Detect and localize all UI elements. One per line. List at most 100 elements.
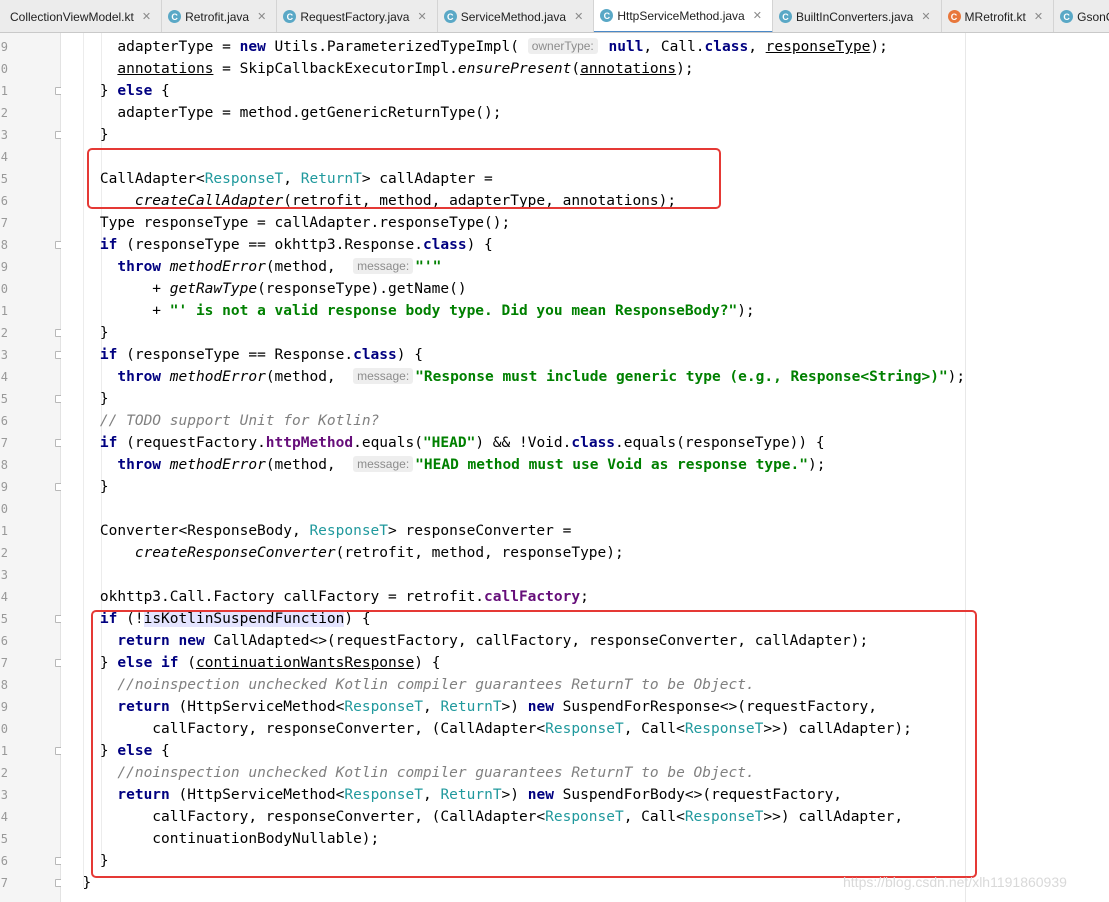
line-number: 1 bbox=[0, 524, 8, 538]
tab-label: ServiceMethod.java bbox=[460, 9, 567, 24]
code-token: ); bbox=[808, 457, 826, 473]
tab-collectionviewmodel-kt[interactable]: CollectionViewModel.kt ✕ bbox=[0, 0, 163, 32]
code-line[interactable]: if (responseType == Response.class) { bbox=[65, 344, 423, 366]
line-number: 0 bbox=[0, 502, 8, 516]
code-line[interactable]: throw methodError(method, message: "HEAD … bbox=[65, 454, 825, 476]
code-line[interactable]: } bbox=[65, 124, 109, 146]
class-file-icon: C bbox=[283, 10, 297, 23]
line-number: 1 bbox=[0, 744, 8, 758]
tab-httpservicemethod-java[interactable]: C HttpServiceMethod.java ✕ bbox=[594, 0, 773, 32]
code-token: ) && !Void. bbox=[475, 435, 572, 451]
code-token: annotations bbox=[580, 61, 677, 77]
line-number: 0 bbox=[0, 722, 8, 736]
code-line[interactable]: Type responseType = callAdapter.response… bbox=[65, 212, 510, 234]
code-line[interactable]: createResponseConverter(retrofit, method… bbox=[65, 542, 624, 564]
code-token: if bbox=[99, 237, 118, 253]
code-line[interactable]: } bbox=[65, 322, 109, 344]
line-number: 9 bbox=[0, 700, 8, 714]
line-number: 9 bbox=[0, 480, 8, 494]
code-token: ( bbox=[571, 61, 581, 77]
code-token: class bbox=[353, 347, 397, 363]
code-token: methodError bbox=[169, 259, 266, 275]
tab-retrofit-java[interactable]: C Retrofit.java ✕ bbox=[162, 0, 278, 32]
code-line[interactable]: // TODO support Unit for Kotlin? bbox=[65, 410, 379, 432]
code-line[interactable]: + "' is not a valid response body type. … bbox=[65, 300, 755, 322]
line-number-gutter: 9 0 1 2 3 4 5 6 7 8 9 0 1 2 3 4 5 6 7 8 9 0 1 2 3 4 5 6 7 8 9 0 1 2 3 4 5 6 7 bbox=[0, 33, 63, 902]
code-token: throw bbox=[117, 259, 162, 275]
code-token: null bbox=[608, 39, 644, 55]
line-number: 2 bbox=[0, 326, 8, 340]
code-line[interactable]: throw methodError(method, message: "'" bbox=[65, 256, 441, 278]
code-token: ); bbox=[947, 369, 966, 385]
line-number: 3 bbox=[0, 348, 8, 362]
code-token: (responseType == Response. bbox=[117, 347, 354, 363]
highlight-box-return-branches bbox=[91, 610, 977, 878]
code-line[interactable]: } bbox=[65, 476, 109, 498]
class-file-icon: C bbox=[600, 9, 614, 22]
class-file-icon: C bbox=[778, 10, 792, 23]
line-number: 7 bbox=[0, 436, 8, 450]
code-line[interactable]: okhttp3.Call.Factory callFactory = retro… bbox=[65, 586, 589, 608]
code-line[interactable]: Converter<ResponseBody, ResponseT> respo… bbox=[65, 520, 571, 542]
code-line[interactable]: annotations = SkipCallbackExecutorImpl.e… bbox=[65, 58, 693, 80]
line-number: 7 bbox=[0, 876, 8, 890]
code-token: } bbox=[65, 83, 118, 99]
code-token: "' is not a valid response body type. Di… bbox=[169, 303, 738, 319]
close-icon[interactable]: ✕ bbox=[1034, 10, 1043, 23]
code-token: class bbox=[704, 39, 749, 55]
line-number: 0 bbox=[0, 62, 8, 76]
code-token: methodError bbox=[169, 457, 266, 473]
code-token: } bbox=[65, 479, 109, 495]
code-token: > responseConverter = bbox=[388, 523, 572, 539]
line-number: 6 bbox=[0, 634, 8, 648]
code-line[interactable]: if (responseType == okhttp3.Response.cla… bbox=[65, 234, 493, 256]
line-number: 9 bbox=[0, 260, 8, 274]
code-line[interactable]: adapterType = new Utils.ParameterizedTyp… bbox=[65, 36, 888, 58]
tab-requestfactory-java[interactable]: C RequestFactory.java ✕ bbox=[277, 0, 438, 32]
close-icon[interactable]: ✕ bbox=[257, 10, 266, 23]
code-line[interactable]: + getRawType(responseType).getName() bbox=[65, 278, 466, 300]
close-icon[interactable]: ✕ bbox=[142, 10, 151, 23]
code-line[interactable]: if (requestFactory.httpMethod.equals("HE… bbox=[65, 432, 825, 454]
code-line[interactable]: throw methodError(method, message: "Respo… bbox=[65, 366, 965, 388]
code-token: , Call. bbox=[643, 39, 705, 55]
code-token: ); bbox=[737, 303, 755, 319]
tab-label: HttpServiceMethod.java bbox=[617, 8, 745, 23]
close-icon[interactable]: ✕ bbox=[753, 9, 762, 22]
code-token: adapterType = method.getGenericReturnTyp… bbox=[65, 105, 502, 121]
line-number: 4 bbox=[0, 150, 8, 164]
class-file-icon: C bbox=[1060, 10, 1074, 23]
line-number: 3 bbox=[0, 568, 8, 582]
tab-servicemethod-java[interactable]: C ServiceMethod.java ✕ bbox=[438, 0, 595, 32]
parameter-hint: message: bbox=[353, 456, 414, 472]
code-line[interactable]: adapterType = method.getGenericReturnTyp… bbox=[65, 102, 502, 124]
line-number: 5 bbox=[0, 172, 8, 186]
code-token: throw bbox=[117, 369, 162, 385]
code-token: httpMethod bbox=[265, 435, 354, 451]
tab-label: MRetrofit.kt bbox=[964, 9, 1026, 24]
code-token: throw bbox=[117, 457, 162, 473]
code-token: } bbox=[65, 127, 109, 143]
code-token: ) { bbox=[466, 237, 493, 253]
tab-mretrofit-kt[interactable]: C MRetrofit.kt ✕ bbox=[942, 0, 1055, 32]
line-number: 8 bbox=[0, 238, 8, 252]
code-token: } bbox=[65, 391, 109, 407]
code-line[interactable]: } bbox=[65, 872, 91, 894]
code-line[interactable]: } else { bbox=[65, 80, 170, 102]
line-number: 2 bbox=[0, 766, 8, 780]
tab-gsonconverte[interactable]: CGsonConverte bbox=[1054, 0, 1109, 32]
close-icon[interactable]: ✕ bbox=[921, 10, 930, 23]
tab-builtinconverters-java[interactable]: C BuiltInConverters.java ✕ bbox=[773, 0, 942, 32]
code-line[interactable]: } bbox=[65, 388, 109, 410]
line-number: 5 bbox=[0, 832, 8, 846]
line-number: 2 bbox=[0, 546, 8, 560]
code-token: else bbox=[117, 83, 153, 99]
line-number: 4 bbox=[0, 810, 8, 824]
code-token: methodError bbox=[169, 369, 266, 385]
line-number: 7 bbox=[0, 656, 8, 670]
line-number: 4 bbox=[0, 590, 8, 604]
close-icon[interactable]: ✕ bbox=[574, 10, 583, 23]
close-icon[interactable]: ✕ bbox=[417, 10, 426, 23]
